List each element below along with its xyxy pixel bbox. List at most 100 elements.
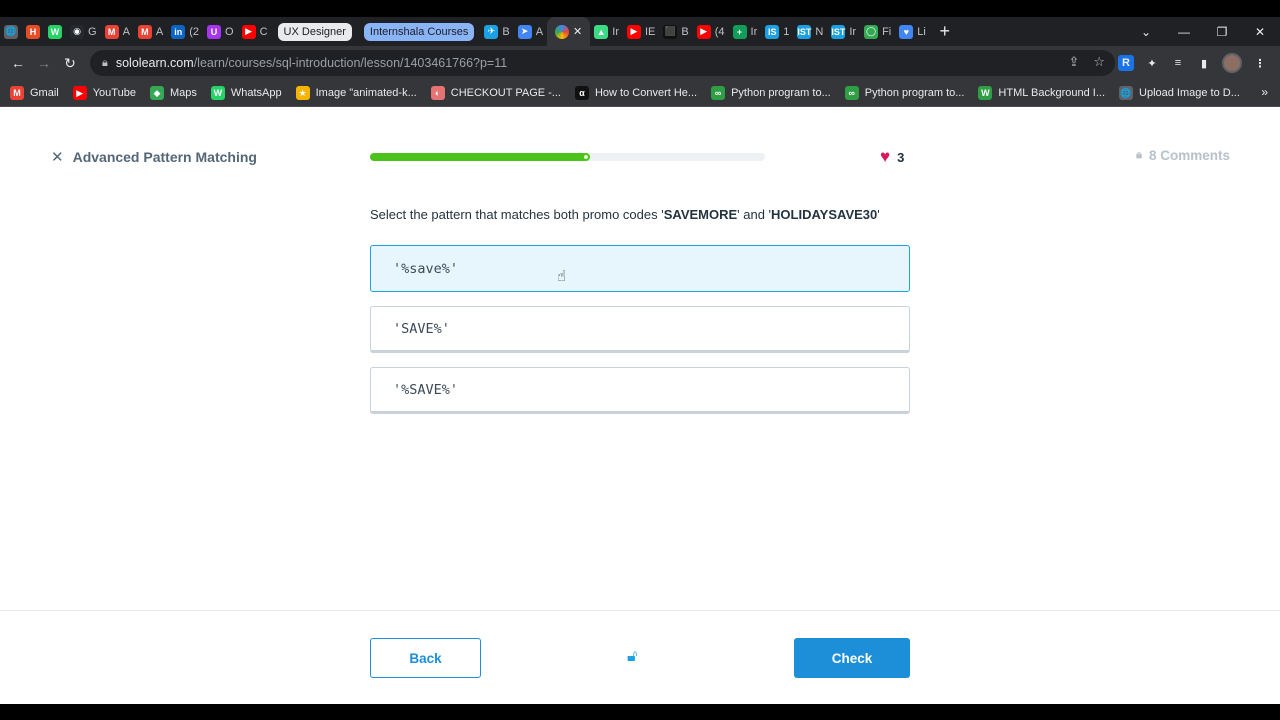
browser-tab-4[interactable]: MA: [101, 21, 134, 43]
back-button[interactable]: Back: [370, 638, 481, 678]
tab-search-icon[interactable]: ⌄: [1127, 17, 1165, 46]
browser-tab-0[interactable]: 🌐: [0, 21, 22, 43]
tab-list: 🌐 H W ◉ G M A M Ain (2 U O ▶ C: [0, 21, 272, 43]
bookmark-item[interactable]: W WhatsApp: [210, 86, 282, 100]
tab-title: A: [535, 25, 544, 38]
bookmark-label: Image "animated-k...: [315, 87, 417, 99]
question-mid: ' and ': [737, 207, 772, 222]
browser-menu-icon[interactable]: ⋮: [1252, 55, 1268, 71]
tab-group-ux-designer[interactable]: UX Designer: [277, 22, 352, 41]
close-window-button[interactable]: ✕: [1241, 17, 1279, 46]
bookmark-favicon-icon: 🌐: [1119, 86, 1134, 100]
bookmark-item[interactable]: ◆ Maps: [149, 86, 197, 100]
tab-active-sololearn[interactable]: ✕: [547, 17, 591, 46]
comments-link[interactable]: 🔒︎ 8 Comments: [1136, 148, 1230, 163]
reload-icon[interactable]: ↻: [57, 46, 83, 80]
answer-option-1[interactable]: '%save%': [370, 245, 910, 292]
tab-title: Li: [917, 25, 926, 38]
browser-tab-5[interactable]: MA: [134, 21, 167, 43]
bookmark-item[interactable]: ▶ YouTube: [72, 86, 136, 100]
browser-tab-3[interactable]: ◉ G: [66, 21, 101, 43]
tab-favicon-icon: ⬛: [663, 24, 678, 39]
tab-title: A: [122, 25, 130, 38]
bookmark-favicon-icon: ◐: [430, 86, 445, 100]
reading-list-icon[interactable]: ≡: [1170, 55, 1186, 71]
check-button[interactable]: Check: [794, 638, 910, 678]
url-host: sololearn.com: [115, 56, 194, 70]
tab-favicon-icon: ▶: [241, 24, 256, 39]
browser-tab-tail-1[interactable]: ▶ IE: [623, 21, 659, 43]
bookmark-label: Maps: [169, 87, 197, 99]
tab-favicon-icon: IST: [831, 24, 846, 39]
restore-button[interactable]: ❐: [1203, 17, 1241, 46]
tab-favicon-icon: ✈: [484, 24, 499, 39]
bookmark-item[interactable]: ★ Image "animated-k...: [295, 86, 417, 100]
browser-tab-tail-4[interactable]: + Ir: [729, 21, 762, 43]
answer-option-3[interactable]: '%SAVE%': [370, 367, 910, 414]
browser-tab-tail-2[interactable]: ⬛ B: [659, 21, 692, 43]
browser-tab-tail-0[interactable]: ▲ Ir: [590, 21, 623, 43]
forward-arrow-icon[interactable]: →: [31, 46, 57, 80]
bookmark-favicon-icon: W: [978, 86, 993, 100]
tab-favicon-icon: IS: [765, 24, 780, 39]
bookmark-item[interactable]: α How to Convert He...: [574, 86, 697, 100]
browser-tab-2[interactable]: W: [44, 21, 66, 43]
tab-title: B: [502, 25, 510, 38]
bookmark-favicon-icon: W: [210, 86, 225, 100]
close-tab-icon[interactable]: ✕: [573, 25, 582, 38]
bookmark-favicon-icon: α: [574, 86, 589, 100]
answer-option-2[interactable]: 'SAVE%': [370, 306, 910, 353]
bookmark-item[interactable]: ∞ Python program to...: [844, 86, 964, 100]
new-tab-button[interactable]: +: [930, 21, 960, 42]
promo-code-1: SAVEMORE: [663, 207, 738, 222]
bookmark-star-icon[interactable]: ☆: [1093, 54, 1105, 70]
extensions-puzzle-icon[interactable]: ✦: [1144, 55, 1160, 71]
bookmark-favicon-icon: ◆: [149, 86, 164, 100]
browser-tab-tail-3[interactable]: ▶ (4: [693, 21, 729, 43]
lesson-header: ✕ Advanced Pattern Matching: [51, 148, 257, 166]
tab-list-tail: ▲ Ir ▶ IE ⬛ B ▶ (4 + Ir IS 1 IST N IST Ir ◯ Fi ♥ Li: [590, 21, 930, 43]
tab-title: (2: [189, 25, 200, 38]
lesson-footer: Back 🔓︎ Check: [0, 610, 1280, 704]
browser-tab-after-1[interactable]: ➤ A: [514, 21, 547, 43]
tab-group-internshala[interactable]: Internshala Courses: [363, 22, 475, 41]
bookmark-item[interactable]: ∞ Python program to...: [711, 86, 831, 100]
bookmark-label: WhatsApp: [230, 87, 282, 99]
bookmark-label: HTML Background I...: [998, 87, 1106, 99]
browser-tab-6[interactable]: in (2: [167, 21, 203, 43]
bookmark-item[interactable]: 🌐 Upload Image to D...: [1119, 86, 1240, 100]
browser-tab-7[interactable]: UO: [203, 21, 238, 43]
minimize-button[interactable]: —: [1165, 17, 1203, 46]
browser-tab-8[interactable]: ▶ C: [238, 21, 272, 43]
back-arrow-icon[interactable]: ←: [5, 46, 31, 80]
tab-title: C: [259, 25, 268, 38]
side-panel-icon[interactable]: ▮: [1196, 55, 1212, 71]
bookmark-favicon-icon: ∞: [711, 86, 726, 100]
bookmarks-overflow-icon[interactable]: »: [1261, 85, 1268, 99]
profile-avatar[interactable]: [1222, 53, 1242, 73]
browser-tab-1[interactable]: H: [22, 21, 44, 43]
tab-favicon-icon: 🌐: [4, 24, 18, 39]
bookmark-item[interactable]: ◐ CHECKOUT PAGE -...: [430, 86, 561, 100]
unlock-hint-icon[interactable]: 🔓︎: [627, 648, 637, 666]
padlock-icon[interactable]: 🔒︎: [102, 57, 108, 70]
tab-title: A: [155, 25, 164, 38]
browser-tab-tail-8[interactable]: ◯ Fi: [860, 21, 895, 43]
bookmark-label: YouTube: [92, 87, 136, 99]
address-bar[interactable]: 🔒︎ sololearn.com/learn/courses/sql-intro…: [90, 50, 1115, 76]
browser-tab-tail-9[interactable]: ♥ Li: [895, 21, 930, 43]
browser-tab-tail-6[interactable]: IST N: [793, 21, 827, 43]
browser-tab-after-0[interactable]: ✈ B: [480, 21, 513, 43]
close-lesson-icon[interactable]: ✕: [51, 148, 64, 166]
tab-favicon-icon: M: [137, 24, 152, 39]
progress-knob: [582, 153, 591, 161]
tab-title: N: [815, 25, 824, 38]
extension-r-icon[interactable]: R: [1118, 55, 1134, 71]
lock-icon: 🔒︎: [1136, 149, 1142, 161]
question-suffix: ': [877, 207, 880, 222]
browser-tab-tail-7[interactable]: IST Ir: [827, 21, 860, 43]
browser-tab-tail-5[interactable]: IS 1: [761, 21, 793, 43]
share-icon[interactable]: ⇪: [1068, 54, 1079, 70]
bookmark-item[interactable]: M Gmail: [10, 86, 59, 100]
bookmark-item[interactable]: W HTML Background I...: [978, 86, 1105, 100]
